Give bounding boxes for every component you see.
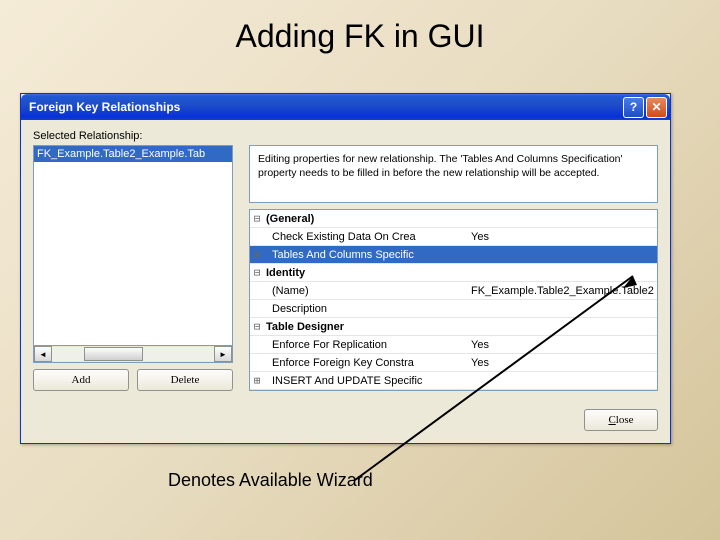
list-item[interactable]: FK_Example.Table2_Example.Tab [34,146,232,162]
dialog-title: Foreign Key Relationships [29,100,621,114]
property-row[interactable]: (Name)FK_Example.Table2_Example.Table2 [250,282,657,300]
property-label: Tables And Columns Specific [264,249,467,261]
property-row[interactable]: ⊟Identity [250,264,657,282]
property-row[interactable]: Check Existing Data On CreaYes [250,228,657,246]
delete-button[interactable]: Delete [137,369,233,391]
scroll-left-button[interactable]: ◄ [34,346,52,362]
right-panel: Editing properties for new relationship.… [249,145,658,391]
scroll-track[interactable] [52,347,214,361]
property-label: Description [264,303,467,315]
property-label: Table Designer [264,321,461,333]
left-panel: FK_Example.Table2_Example.Tab ◄ ► Add De… [33,145,233,391]
expand-toggle[interactable]: ⊟ [250,212,264,225]
dialog-body: Selected Relationship: FK_Example.Table2… [21,120,670,443]
expand-toggle[interactable]: ⊞ [250,374,264,387]
expand-toggle[interactable]: ⊟ [250,320,264,333]
property-label: (General) [264,213,461,225]
property-row[interactable]: Enforce For ReplicationYes [250,336,657,354]
property-label: Enforce Foreign Key Constra [264,357,467,369]
property-row[interactable]: ⊞Tables And Columns Specific... [250,246,657,264]
property-label: Identity [264,267,461,279]
help-button[interactable]: ? [623,97,644,118]
selected-relationship-label: Selected Relationship: [33,130,658,142]
property-row[interactable]: Description [250,300,657,318]
property-grid[interactable]: ⊟(General)Check Existing Data On CreaYes… [249,209,658,391]
expand-toggle[interactable]: ⊞ [250,248,264,261]
close-button[interactable]: Close [584,409,658,431]
property-value[interactable]: Yes [467,357,657,369]
property-label: INSERT And UPDATE Specific [264,375,467,387]
property-row[interactable]: Enforce Foreign Key ConstraYes [250,354,657,372]
property-value[interactable]: FK_Example.Table2_Example.Table2 [467,285,657,297]
expand-toggle[interactable]: ⊟ [250,266,264,279]
horizontal-scrollbar[interactable]: ◄ ► [33,346,233,363]
close-icon[interactable]: ✕ [646,97,667,118]
property-label: Enforce For Replication [264,339,467,351]
property-value[interactable]: Yes [467,339,657,351]
relationship-listbox[interactable]: FK_Example.Table2_Example.Tab [33,145,233,346]
titlebar: Foreign Key Relationships ? ✕ [21,94,670,120]
property-row[interactable]: ⊟Table Designer [250,318,657,336]
scroll-right-button[interactable]: ► [214,346,232,362]
slide-title: Adding FK in GUI [0,0,720,63]
property-row[interactable]: ⊞INSERT And UPDATE Specific [250,372,657,390]
scroll-thumb[interactable] [84,347,143,361]
property-row[interactable]: ⊟(General) [250,210,657,228]
fk-relationships-dialog: Foreign Key Relationships ? ✕ Selected R… [20,93,671,444]
property-label: (Name) [264,285,467,297]
add-button[interactable]: Add [33,369,129,391]
property-value[interactable]: Yes [467,231,657,243]
annotation-caption: Denotes Available Wizard [168,470,373,491]
property-label: Check Existing Data On Crea [264,231,467,243]
info-text: Editing properties for new relationship.… [249,145,658,203]
